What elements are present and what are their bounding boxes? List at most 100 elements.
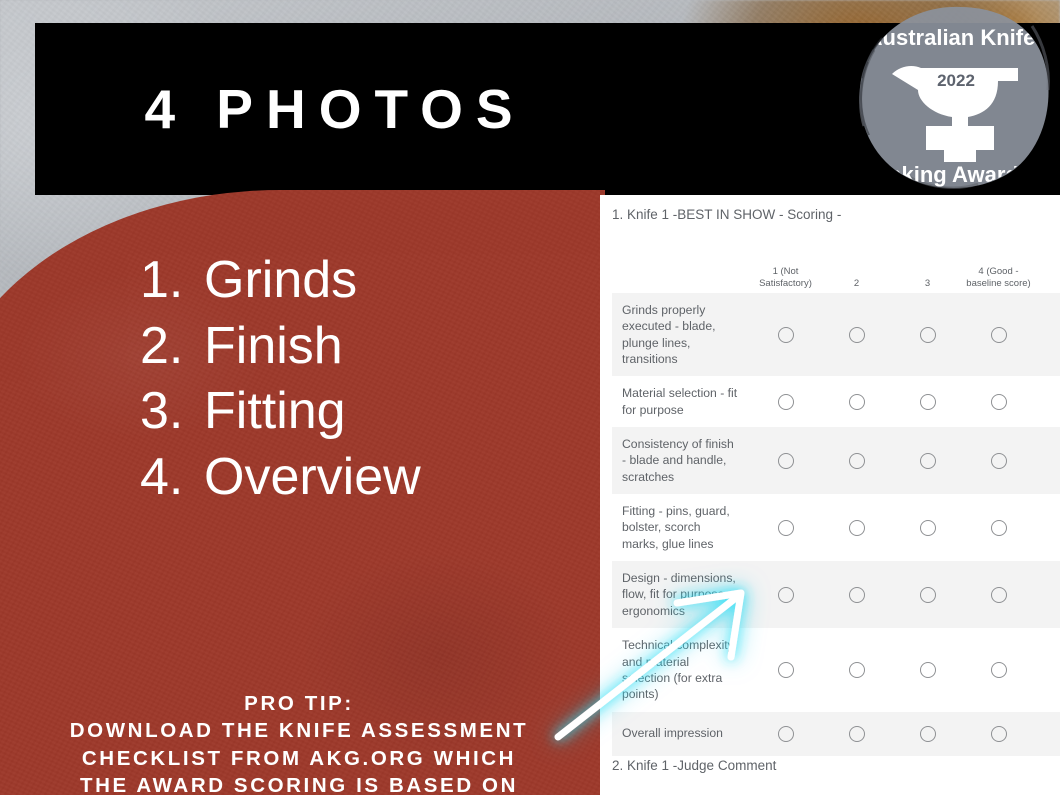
radio-button[interactable] [990, 725, 1007, 742]
grid-row: Fitting - pins, guard, bolster, scorch m… [612, 494, 1060, 561]
list-item: 1. Grinds [140, 248, 421, 314]
radio-button[interactable] [919, 452, 936, 469]
grid-cell[interactable] [963, 661, 1034, 678]
radio-button[interactable] [777, 326, 794, 343]
grid-column-header-3: 3 [924, 277, 931, 289]
grid-cell[interactable] [963, 452, 1034, 469]
grid-cell[interactable] [892, 393, 963, 410]
grid-row-label: Fitting - pins, guard, bolster, scorch m… [622, 504, 730, 551]
badge-year: 2022 [937, 71, 975, 90]
pro-tip-line-1: DOWNLOAD THE KNIFE ASSESSMENT [69, 719, 529, 743]
grid-cell[interactable] [750, 661, 821, 678]
list-item: 2. Finish [140, 314, 421, 380]
list-item-number: 3. [140, 382, 184, 441]
grid-row: Technical complexity and material select… [612, 628, 1060, 711]
grid-cell[interactable] [821, 519, 892, 536]
form-panel: 1. Knife 1 -BEST IN SHOW - Scoring - 1 (… [600, 195, 1060, 795]
grid-cell[interactable] [750, 393, 821, 410]
grid-cell[interactable] [963, 326, 1034, 343]
scoring-grid: 1 (Not Satisfactory) 2 3 4 (Good - basel… [612, 241, 1060, 756]
radio-button[interactable] [919, 393, 936, 410]
grid-cell[interactable] [892, 452, 963, 469]
grid-row: Grinds properly executed - blade, plunge… [612, 293, 1060, 377]
grid-cell[interactable] [821, 393, 892, 410]
grid-header-row: 1 (Not Satisfactory) 2 3 4 (Good - basel… [612, 241, 1060, 293]
list-item-number: 4. [140, 447, 184, 506]
radio-button[interactable] [990, 586, 1007, 603]
grid-row: Consistency of finish - blade and handle… [612, 427, 1060, 495]
radio-button[interactable] [919, 725, 936, 742]
grid-cell[interactable] [750, 586, 821, 603]
grid-cell[interactable] [892, 725, 963, 742]
radio-button[interactable] [919, 586, 936, 603]
grid-row-label: Design - dimensions, flow, fit for purpo… [622, 571, 736, 618]
grid-cell[interactable] [963, 519, 1034, 536]
radio-button[interactable] [919, 519, 936, 536]
pro-tip-heading: PRO TIP: [244, 692, 354, 715]
radio-button[interactable] [990, 452, 1007, 469]
pro-tip-line-2: CHECKLIST FROM AKG.ORG WHICH [81, 746, 517, 770]
grid-cell[interactable] [892, 519, 963, 536]
slide-canvas: 4 PHOTOS 1. Grinds 2. Finish 3. Fitting … [0, 0, 1060, 795]
grid-row-label: Grinds properly executed - blade, plunge… [622, 303, 716, 367]
radio-button[interactable] [848, 519, 865, 536]
radio-button[interactable] [919, 661, 936, 678]
radio-button[interactable] [919, 326, 936, 343]
radio-button[interactable] [848, 393, 865, 410]
grid-row: Material selection - fit for purpose [612, 376, 1060, 427]
radio-button[interactable] [777, 393, 794, 410]
form-question-1: 1. Knife 1 -BEST IN SHOW - Scoring - [612, 207, 842, 222]
radio-button[interactable] [848, 452, 865, 469]
list-item-label: Grinds [204, 251, 358, 309]
radio-button[interactable] [777, 661, 794, 678]
list-item-number: 2. [140, 316, 184, 375]
list-item-number: 1. [140, 251, 184, 309]
radio-button[interactable] [848, 326, 865, 343]
list-item-label: Fitting [204, 382, 346, 441]
page-title: 4 PHOTOS [144, 78, 526, 140]
radio-button[interactable] [777, 586, 794, 603]
radio-button[interactable] [848, 586, 865, 603]
list-item-label: Finish [204, 316, 343, 375]
pro-tip-line-3: THE AWARD SCORING IS BASED ON [80, 773, 518, 795]
radio-button[interactable] [777, 452, 794, 469]
radio-button[interactable] [848, 661, 865, 678]
grid-cell[interactable] [963, 393, 1034, 410]
list-item: 3. Fitting [140, 379, 421, 445]
grid-cell[interactable] [750, 452, 821, 469]
grid-cell[interactable] [821, 661, 892, 678]
list-item: 4. Overview [140, 445, 421, 511]
grid-row-label: Consistency of finish - blade and handle… [622, 437, 734, 484]
photo-checklist: 1. Grinds 2. Finish 3. Fitting 4. Overvi… [140, 248, 421, 510]
grid-cell[interactable] [892, 586, 963, 603]
grid-cell[interactable] [750, 725, 821, 742]
grid-cell[interactable] [750, 519, 821, 536]
grid-column-header-2: 2 [853, 277, 860, 289]
radio-button[interactable] [990, 393, 1007, 410]
awards-badge: Australian Knife 2022 Making Awards [848, 2, 1054, 194]
grid-cell[interactable] [821, 326, 892, 343]
grid-cell[interactable] [821, 725, 892, 742]
grid-row-label: Material selection - fit for purpose [622, 386, 738, 417]
grid-cell[interactable] [821, 586, 892, 603]
form-question-2: 2. Knife 1 -Judge Comment [612, 758, 777, 773]
grid-cell[interactable] [892, 661, 963, 678]
radio-button[interactable] [848, 725, 865, 742]
grid-cell[interactable] [963, 725, 1034, 742]
grid-row: Design - dimensions, flow, fit for purpo… [612, 561, 1060, 629]
radio-button[interactable] [990, 326, 1007, 343]
radio-button[interactable] [990, 519, 1007, 536]
list-item-label: Overview [204, 447, 421, 506]
grid-cell[interactable] [963, 586, 1034, 603]
radio-button[interactable] [990, 661, 1007, 678]
pro-tip-block: PRO TIP: DOWNLOAD THE KNIFE ASSESSMENT C… [0, 690, 598, 795]
grid-row-label: Overall impression [622, 726, 723, 741]
radio-button[interactable] [777, 725, 794, 742]
radio-button[interactable] [777, 519, 794, 536]
grid-cell[interactable] [892, 326, 963, 343]
grid-cell[interactable] [750, 326, 821, 343]
grid-row: Overall impression [612, 711, 1060, 756]
badge-bottom-text: Making Awards [871, 162, 1031, 187]
grid-row-label: Technical complexity and material select… [622, 638, 734, 702]
grid-cell[interactable] [821, 452, 892, 469]
